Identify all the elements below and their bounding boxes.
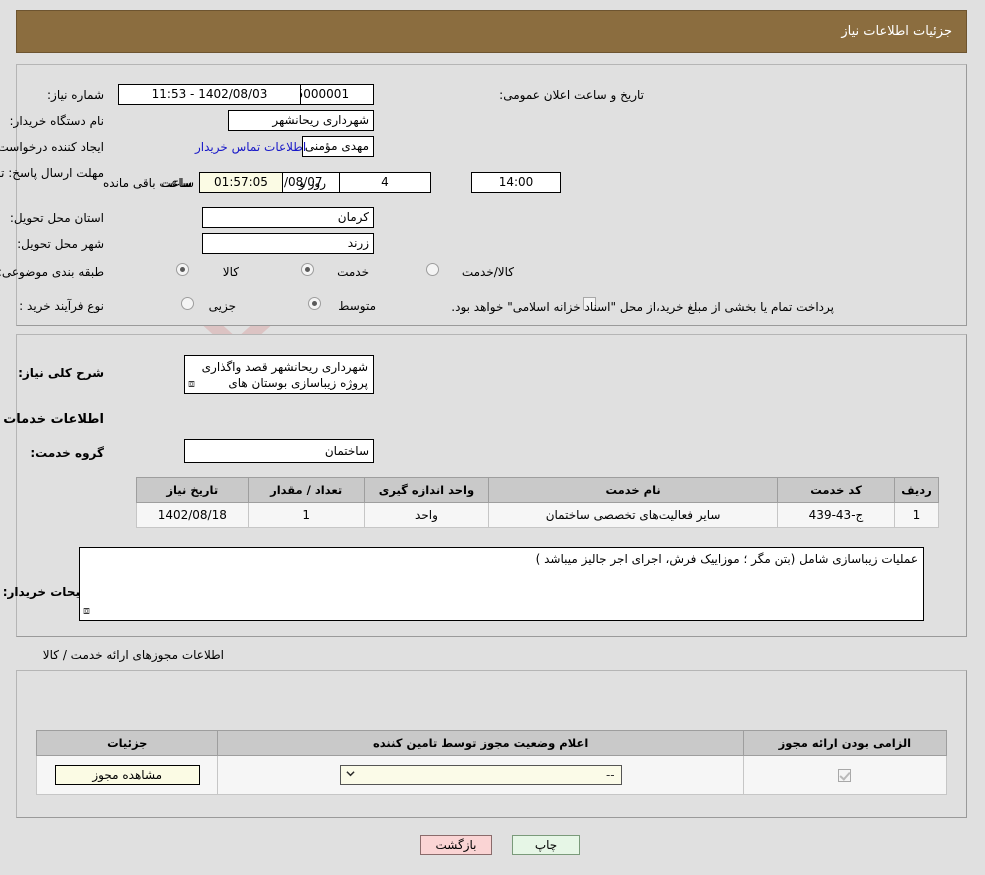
buyer-org-value: شهرداری ریحانشهر <box>229 110 375 131</box>
radio-category-kala[interactable] <box>177 263 190 276</box>
table-row: 1 ج-43-439 سایر فعالیت‌های تخصصی ساختمان… <box>137 502 940 528</box>
permits-th-details: جزئیات <box>36 730 220 756</box>
services-cell-date: 1402/08/18 <box>137 502 250 528</box>
days-remaining-label: روز و <box>300 176 327 190</box>
delivery-city-label: شهر محل تحویل: <box>18 237 105 251</box>
radio-category-khedmat-label: خدمت <box>338 265 370 279</box>
radio-category-khedmat[interactable] <box>302 263 315 276</box>
permits-th-required: الزامی بودن ارائه مجوز <box>743 730 949 756</box>
table-row: -- مشاهده مجوز <box>36 755 949 795</box>
page-header-bar: جزئیات اطلاعات نیاز <box>17 10 968 53</box>
request-creator-value: مهدی مؤمنی رق آبادی حقوقی شهرداری ریحانش… <box>303 136 375 157</box>
delivery-city-value: زرند <box>203 233 375 254</box>
service-group-label: گروه خدمت: <box>31 446 105 460</box>
services-cell-row-no: 1 <box>895 502 940 528</box>
buyer-notes-textarea[interactable]: عملیات زیباسازی شامل (بتن مگر ؛ موزاییک … <box>80 547 925 621</box>
countdown-suffix-label: ساعت باقی مانده <box>104 176 194 190</box>
page-title: جزئیات اطلاعات نیاز <box>842 24 953 39</box>
services-info-title: اطلاعات خدمات مورد نیاز <box>0 412 105 427</box>
permit-status-select-value: -- <box>606 768 616 782</box>
chevron-down-icon <box>347 771 356 777</box>
announce-datetime-value: 1402/08/03 - 11:53 <box>119 84 302 105</box>
services-th-code: کد خدمت <box>777 477 897 503</box>
view-permit-button[interactable]: مشاهده مجوز <box>55 765 201 785</box>
subject-category-label: طبقه بندی موضوعی: <box>0 265 105 279</box>
services-th-unit: واحد اندازه گیری <box>364 477 491 503</box>
services-th-quantity: تعداد / مقدار <box>248 477 366 503</box>
services-table: ردیف کد خدمت نام خدمت واحد اندازه گیری ت… <box>137 477 940 528</box>
permit-required-checkbox <box>839 769 853 782</box>
radio-process-motevaset[interactable] <box>309 297 322 310</box>
permits-cell-required <box>743 755 949 795</box>
buyer-contact-info-link[interactable]: اطلاعات تماس خریدار <box>196 140 307 154</box>
radio-process-jozei-label: جزیی <box>209 299 237 313</box>
permits-th-status: اعلام وضعیت مجوز توسط تامین کننده <box>218 730 745 756</box>
permits-section-caption: اطلاعات مجوزهای ارائه خدمت / کالا <box>43 648 225 662</box>
services-cell-unit: واحد <box>364 502 491 528</box>
delivery-province-value: کرمان <box>203 207 375 228</box>
service-group-value: ساختمان <box>185 439 375 463</box>
general-description-textarea[interactable]: شهرداری ریحانشهر قصد واگذاری پروژه زیباس… <box>185 355 375 394</box>
services-th-name: نام خدمت <box>489 477 779 503</box>
services-table-header-row: ردیف کد خدمت نام خدمت واحد اندازه گیری ت… <box>137 477 940 503</box>
buyer-org-label: نام دستگاه خریدار: <box>10 114 106 128</box>
delivery-province-label: استان محل تحویل: <box>10 211 105 225</box>
radio-category-kala-label: کالا <box>223 265 240 279</box>
services-cell-code: ج-43-439 <box>777 502 897 528</box>
need-number-label: شماره نیاز: <box>48 88 105 102</box>
print-button[interactable]: چاپ <box>513 835 581 855</box>
countdown-timer-value: 01:57:05 <box>200 172 284 193</box>
permit-status-select[interactable]: -- <box>340 765 623 785</box>
permits-cell-status: -- <box>218 755 745 795</box>
permits-table: الزامی بودن ارائه مجوز اعلام وضعیت مجوز … <box>36 730 949 795</box>
back-button[interactable]: بازگشت <box>421 835 493 855</box>
request-creator-label: ایجاد کننده درخواست: <box>0 140 105 154</box>
purchase-process-label: نوع فرآیند خرید : <box>20 299 105 313</box>
radio-category-kala-khedmat-label: کالا/خدمت <box>462 265 515 279</box>
general-description-label: شرح کلی نیاز: <box>19 366 105 380</box>
buyer-notes-resize-grip[interactable]: ⧈ <box>84 604 91 617</box>
radio-process-jozei[interactable] <box>182 297 195 310</box>
radio-process-motevaset-label: متوسط <box>339 299 377 313</box>
permits-cell-details: مشاهده مجوز <box>36 755 220 795</box>
services-th-row-no: ردیف <box>895 477 940 503</box>
radio-category-kala-khedmat[interactable] <box>427 263 440 276</box>
services-th-date: تاریخ نیاز <box>137 477 250 503</box>
services-cell-name: سایر فعالیت‌های تخصصی ساختمان <box>489 502 779 528</box>
response-deadline-label: مهلت ارسال پاسخ: تا تاریخ: <box>0 166 105 180</box>
textarea-resize-grip[interactable]: ⧈ <box>189 377 196 390</box>
announce-datetime-label: تاریخ و ساعت اعلان عمومی: <box>500 88 645 102</box>
permits-table-header-row: الزامی بودن ارائه مجوز اعلام وضعیت مجوز … <box>36 730 949 756</box>
deadline-hour-value: 14:00 <box>472 172 562 193</box>
days-remaining-value: 4 <box>340 172 432 193</box>
treasury-documents-label: پرداخت تمام یا بخشی از مبلغ خرید،از محل … <box>452 300 835 314</box>
services-cell-quantity: 1 <box>248 502 366 528</box>
